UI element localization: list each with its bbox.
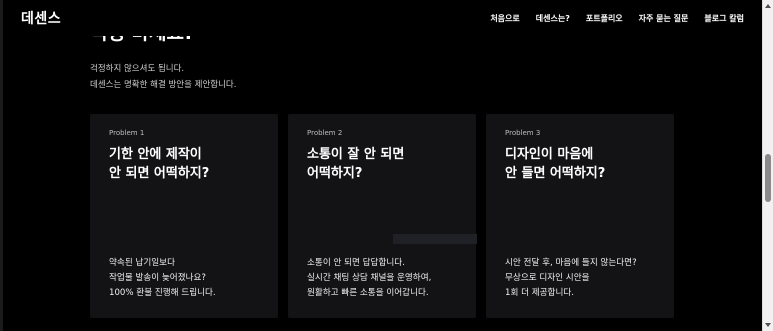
nav-link-about[interactable]: 데센스는? — [536, 13, 570, 24]
subtext-line-2: 데센스는 명확한 해결 방안을 제안합니다. — [90, 80, 237, 90]
card-description: 시안 전달 후, 마음에 들지 않는다면? 무상으로 디자인 시안을 1회 더 … — [505, 256, 637, 301]
problem-card-3: Problem 3 디자인이 마음에 안 들면 어떡하지? 시안 전달 후, 마… — [486, 114, 674, 318]
subtext-line-1: 걱정하지 않으셔도 됩니다. — [90, 64, 185, 74]
card-label: Problem 3 — [505, 129, 541, 137]
problem-card-1: Problem 1 기한 안에 제작이 안 되면 어떡하지? 약속된 납기일보다… — [90, 114, 278, 318]
problem-card-2: Problem 2 소통이 잘 안 되면 어떡하지? 소통이 안 되면 답답합니… — [288, 114, 477, 318]
card-desc-line-1: 시안 전달 후, 마음에 들지 않는다면? — [505, 258, 637, 268]
card-label: Problem 2 — [307, 129, 343, 137]
card-desc-line-3: 1회 더 제공합니다. — [505, 288, 575, 298]
card-desc-line-1: 약속된 납기일보다 — [109, 258, 175, 268]
scroll-down-arrow-icon[interactable] — [765, 323, 771, 327]
scroll-thumb[interactable] — [765, 154, 771, 202]
card-title: 소통이 잘 안 되면 어떡하지? — [307, 145, 457, 183]
card-title-line-2: 안 들면 어떡하지? — [505, 166, 606, 181]
card-title-line-1: 소통이 잘 안 되면 — [307, 147, 405, 162]
card-title-line-1: 기한 안에 제작이 — [109, 147, 202, 162]
nav-menu: 처음으로 데센스는? 포트폴리오 자주 묻는 질문 블로그 칼럼 — [490, 13, 744, 24]
card-desc-line-3: 100% 환불 진행해 드립니다. — [109, 288, 216, 298]
card-desc-line-3: 원활하고 빠른 소통을 이어갑니다. — [307, 288, 429, 298]
card-title-line-1: 디자인이 마음에 — [505, 147, 594, 162]
scroll-up-arrow-icon[interactable] — [765, 4, 771, 8]
section-subtext: 걱정하지 않으셔도 됩니다. 데센스는 명확한 해결 방안을 제안합니다. — [90, 61, 236, 93]
card-desc-line-2: 실시간 채팅 상담 채널을 운영하여, — [307, 273, 432, 283]
nav-link-home[interactable]: 처음으로 — [490, 13, 519, 24]
card-title: 기한 안에 제작이 안 되면 어떡하지? — [109, 145, 259, 183]
card-description: 약속된 납기일보다 작업물 발송이 늦어졌나요? 100% 환불 진행해 드립니… — [109, 256, 216, 301]
card-desc-line-2: 작업물 발송이 늦어졌나요? — [109, 273, 206, 283]
card-desc-line-2: 무상으로 디자인 시안을 — [505, 273, 590, 283]
card-description: 소통이 안 되면 답답합니다. 실시간 채팅 상담 채널을 운영하여, 원활하고… — [307, 256, 431, 301]
vertical-scrollbar[interactable] — [762, 0, 773, 331]
window-left-edge — [0, 0, 3, 331]
nav-link-blog[interactable]: 블로그 칼럼 — [704, 13, 744, 24]
top-navbar: 데센스 처음으로 데센스는? 포트폴리오 자주 묻는 질문 블로그 칼럼 — [3, 0, 762, 36]
card-title-line-2: 어떡하지? — [307, 166, 363, 181]
site-logo[interactable]: 데센스 — [21, 8, 61, 28]
nav-link-faq[interactable]: 자주 묻는 질문 — [639, 13, 689, 24]
card-title: 디자인이 마음에 안 들면 어떡하지? — [505, 145, 655, 183]
nav-link-portfolio[interactable]: 포트폴리오 — [586, 13, 623, 24]
card-title-line-2: 안 되면 어떡하지? — [109, 166, 210, 181]
card-highlight-strip — [393, 234, 477, 244]
card-desc-line-1: 소통이 안 되면 답답합니다. — [307, 258, 405, 268]
card-label: Problem 1 — [109, 129, 145, 137]
